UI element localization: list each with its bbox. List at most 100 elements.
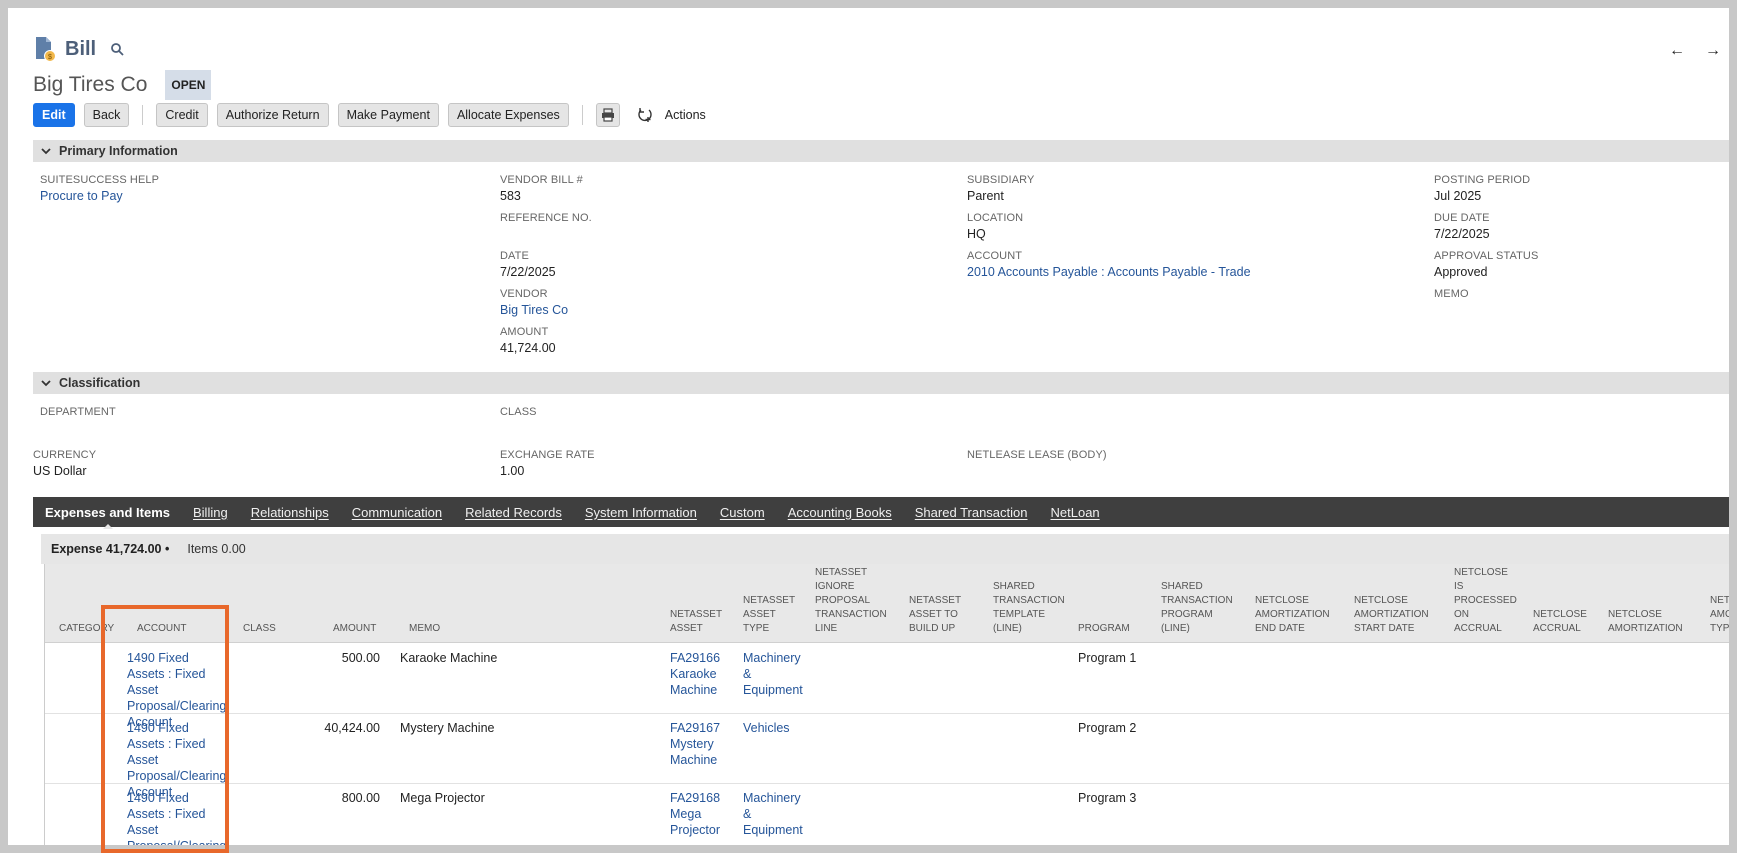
field-label: DUE DATE (1434, 212, 1490, 224)
currency-field: CURRENCY US Dollar (33, 449, 96, 478)
header-accrual[interactable]: NETCLOSE ACCRUAL (1533, 608, 1593, 636)
posting-period-field: POSTING PERIOD Jul 2025 (1434, 174, 1530, 203)
field-value: Jul 2025 (1434, 189, 1482, 203)
table-row[interactable]: 1490 Fixed Assets : Fixed Asset Proposal… (45, 644, 1729, 729)
field-label: ACCOUNT (967, 250, 1023, 262)
print-button[interactable] (595, 103, 620, 127)
vendor-bill-field: VENDOR BILL # 583 (500, 174, 583, 203)
back-button[interactable]: Back (83, 103, 130, 127)
expense-items-subtabs: Expense 41,724.00 • Items 0.00 (41, 534, 1729, 564)
toolbar-separator (142, 105, 144, 125)
edit-button[interactable]: Edit (33, 103, 75, 127)
amount-cell: 40,424.00 (324, 721, 380, 735)
header-amount[interactable]: AMOUNT (333, 622, 376, 636)
field-label: DEPARTMENT (40, 406, 116, 418)
header-netasset-build[interactable]: NETASSET ASSET TO BUILD UP (909, 594, 967, 636)
actions-menu[interactable]: Actions (637, 107, 706, 123)
subsidiary-field: SUBSIDIARY Parent (967, 174, 1034, 203)
toolbar-separator (581, 105, 583, 125)
class-field: CLASS (500, 406, 537, 418)
tab-communication[interactable]: Communication (352, 505, 442, 520)
tab-related-records[interactable]: Related Records (465, 505, 562, 520)
amount-field: AMOUNT 41,724.00 (500, 326, 556, 355)
primary-information-header[interactable]: Primary Information (33, 140, 1729, 162)
field-label: DATE (500, 250, 529, 262)
next-record-arrow-icon[interactable]: → (1705, 42, 1721, 60)
header-processed-accrual[interactable]: NETCLOSE IS PROCESSED ON ACCRUAL (1454, 566, 1517, 636)
expense-table: CATEGORY ACCOUNT CLASS AMOUNT MEMO NETAS… (44, 564, 1729, 845)
header-amort-end[interactable]: NETCLOSE AMORTIZATION END DATE (1255, 594, 1335, 636)
authorize-return-button[interactable]: Authorize Return (216, 103, 329, 127)
header-netasset-asset[interactable]: NETASSET ASSET (670, 608, 724, 636)
due-date-field: DUE DATE 7/22/2025 (1434, 212, 1490, 241)
allocate-expenses-button[interactable]: Allocate Expenses (447, 103, 569, 127)
netlease-lease-field: NETLEASE LEASE (BODY) (967, 449, 1107, 461)
tab-relationships[interactable]: Relationships (251, 505, 329, 520)
field-label: APPROVAL STATUS (1434, 250, 1539, 262)
asset-type-link[interactable]: Machinery & Equipment (743, 790, 809, 838)
asset-type-link[interactable]: Vehicles (743, 720, 809, 736)
field-label: VENDOR (500, 288, 548, 300)
vendor-link[interactable]: Big Tires Co (500, 303, 568, 317)
field-label: POSTING PERIOD (1434, 174, 1531, 186)
asset-link[interactable]: FA29167 Mystery Machine (670, 720, 732, 768)
account-link[interactable]: 2010 Accounts Payable : Accounts Payable… (967, 265, 1251, 279)
exchange-rate-field: EXCHANGE RATE 1.00 (500, 449, 595, 478)
header-shared-program[interactable]: SHARED TRANSACTION PROGRAM (LINE) (1161, 580, 1237, 636)
header-amort-start[interactable]: NETCLOSE AMORTIZATION START DATE (1354, 594, 1434, 636)
print-icon (601, 108, 614, 122)
field-value: 41,724.00 (500, 341, 556, 355)
header-program[interactable]: PROGRAM (1078, 622, 1130, 636)
page: $ Bill Big Tires Co OPEN ← → Edit Back C… (8, 8, 1729, 845)
make-payment-button[interactable]: Make Payment (337, 103, 439, 127)
record-title-row: Big Tires Co OPEN (33, 70, 212, 100)
asset-link[interactable]: FA29168 Mega Projector (670, 790, 732, 838)
subtab-items[interactable]: Items 0.00 (187, 542, 245, 556)
header-amort-type[interactable]: NETCLOSE AMORTIZATION TYPE (1710, 594, 1729, 636)
header-netasset-asset-type[interactable]: NETASSET ASSET TYPE (743, 594, 797, 636)
department-field: DEPARTMENT (40, 406, 116, 418)
previous-record-arrow-icon[interactable]: ← (1669, 42, 1685, 60)
actions-icon (638, 108, 652, 122)
program-cell: Program 2 (1078, 721, 1137, 735)
subtab-expense[interactable]: Expense 41,724.00 • (51, 542, 169, 556)
header-shared-template[interactable]: SHARED TRANSACTION TEMPLATE (LINE) (993, 580, 1069, 636)
tab-system-information[interactable]: System Information (585, 505, 697, 520)
tab-expenses-and-items[interactable]: Expenses and Items (45, 505, 170, 529)
tab-shared-transaction[interactable]: Shared Transaction (915, 505, 1028, 520)
tab-custom[interactable]: Custom (720, 505, 765, 520)
subtab-bar: Expenses and Items Billing Relationships… (33, 497, 1729, 529)
svg-text:$: $ (48, 54, 52, 61)
header-memo[interactable]: MEMO (409, 622, 440, 636)
classification-header[interactable]: Classification (33, 372, 1729, 394)
tab-accounting-books[interactable]: Accounting Books (788, 505, 892, 520)
field-label: VENDOR BILL # (500, 174, 583, 186)
search-icon[interactable] (110, 42, 124, 56)
record-name: Big Tires Co (33, 73, 148, 96)
table-row[interactable]: 1490 Fixed Assets : Fixed Asset Proposal… (45, 714, 1729, 799)
procure-to-pay-link[interactable]: Procure to Pay (40, 189, 159, 203)
asset-link[interactable]: FA29166 Karaoke Machine (670, 650, 732, 698)
amount-cell: 800.00 (341, 791, 380, 805)
field-value: US Dollar (33, 464, 87, 478)
header-amortization[interactable]: NETCLOSE AMORTIZATION (1608, 608, 1688, 636)
header-netasset-ignore[interactable]: NETASSET IGNORE PROPOSAL TRANSACTION LIN… (815, 566, 893, 636)
field-label: SUITESUCCESS HELP (40, 174, 160, 186)
memo-cell: Mega Projector (400, 791, 485, 805)
field-value: Approved (1434, 265, 1488, 279)
account-field: ACCOUNT 2010 Accounts Payable : Accounts… (967, 250, 1251, 279)
section-title: Primary Information (59, 144, 178, 158)
field-value: Parent (967, 189, 1004, 203)
asset-type-link[interactable]: Machinery & Equipment (743, 650, 809, 698)
table-row[interactable]: 1490 Fixed Assets : Fixed Asset Proposal… (45, 784, 1729, 845)
tab-netloan[interactable]: NetLoan (1051, 505, 1100, 520)
bill-icon: $ (33, 36, 57, 62)
credit-button[interactable]: Credit (156, 103, 208, 127)
header-class[interactable]: CLASS (243, 622, 276, 636)
record-navigation: ← → (1669, 42, 1721, 60)
tab-billing[interactable]: Billing (193, 505, 228, 520)
account-column-highlight (101, 605, 229, 853)
field-value: HQ (967, 227, 986, 241)
vendor-field: VENDOR Big Tires Co (500, 288, 568, 317)
field-label: LOCATION (967, 212, 1024, 224)
